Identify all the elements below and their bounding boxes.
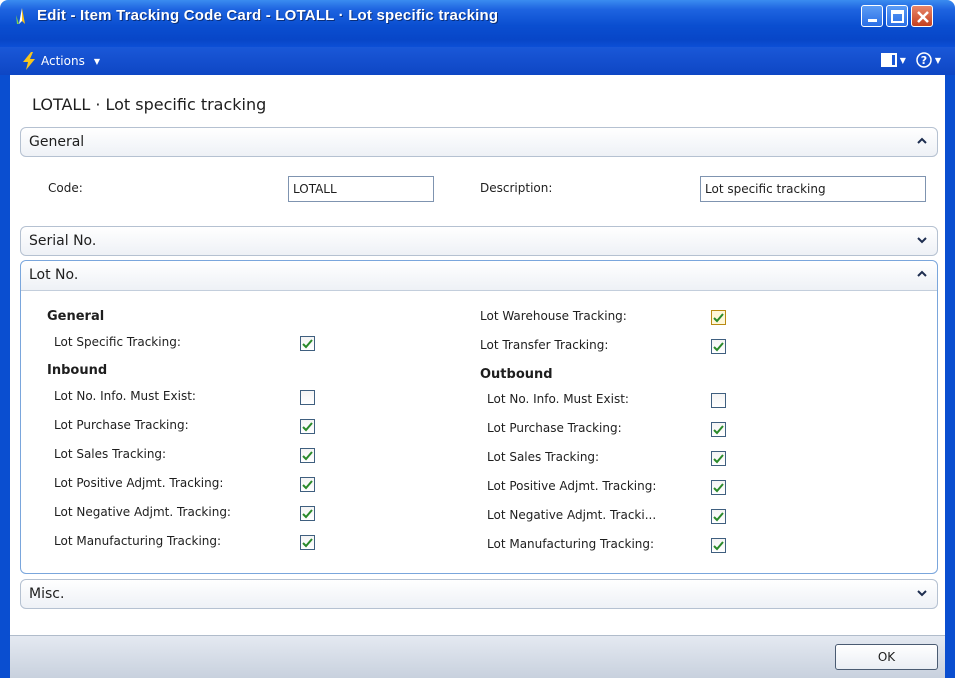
- outbound-lot-manufacturing-tracking-label: Lot Manufacturing Tracking:: [487, 537, 655, 551]
- checkmark-icon: [302, 339, 313, 349]
- code-label: Code:: [48, 181, 83, 195]
- inbound-lot-sales-tracking-checkbox[interactable]: [300, 448, 315, 463]
- inbound-lot-manufacturing-tracking-label: Lot Manufacturing Tracking:: [54, 534, 222, 548]
- caret-down-icon: ▼: [93, 56, 100, 66]
- dialog-footer: OK: [10, 635, 945, 678]
- chevron-down-icon[interactable]: [917, 235, 927, 245]
- inbound-lot-negative-adjmt-tracking-label: Lot Negative Adjmt. Tracking:: [54, 505, 231, 519]
- chevron-down-icon[interactable]: [917, 588, 927, 598]
- page-content: LOTALL · Lot specific tracking General C…: [10, 75, 945, 635]
- inbound-lot-no-info-must-exist-checkbox[interactable]: [300, 390, 315, 405]
- caret-down-icon: ▼: [934, 55, 941, 65]
- lot-warehouse-tracking-checkbox[interactable]: [711, 310, 726, 325]
- actions-menu-button[interactable]: Actions ▼: [22, 51, 100, 71]
- checkmark-icon: [302, 422, 313, 432]
- outbound-lot-sales-tracking-label: Lot Sales Tracking:: [487, 450, 600, 464]
- outbound-lot-negative-adjmt-tracking-checkbox[interactable]: [711, 509, 726, 524]
- checkmark-icon: [713, 483, 724, 493]
- outbound-lot-negative-adjmt-tracking-label: Lot Negative Adjmt. Tracki...: [487, 508, 657, 522]
- app-logo-icon: [16, 8, 25, 24]
- layout-menu-button[interactable]: ▼: [880, 53, 906, 67]
- fasttab-misc-label: Misc.: [29, 586, 65, 602]
- description-label: Description:: [480, 181, 553, 195]
- svg-text:?: ?: [921, 54, 927, 67]
- inbound-lot-positive-adjmt-tracking-label: Lot Positive Adjmt. Tracking:: [54, 476, 224, 490]
- inbound-lot-manufacturing-tracking-checkbox[interactable]: [300, 535, 315, 550]
- inbound-lot-purchase-tracking-checkbox[interactable]: [300, 419, 315, 434]
- inbound-lot-no-info-must-exist-label: Lot No. Info. Must Exist:: [54, 389, 196, 403]
- checkmark-icon: [713, 454, 724, 464]
- lot-specific-tracking-checkbox[interactable]: [300, 336, 315, 351]
- inbound-lot-positive-adjmt-tracking-checkbox[interactable]: [300, 477, 315, 492]
- inbound-lot-purchase-tracking-label: Lot Purchase Tracking:: [54, 418, 189, 432]
- lightning-icon: [23, 52, 35, 70]
- fasttab-misc[interactable]: Misc.: [20, 579, 938, 609]
- inbound-lot-sales-tracking-label: Lot Sales Tracking:: [54, 447, 167, 461]
- layout-icon: [880, 53, 897, 67]
- ok-button[interactable]: OK: [835, 644, 938, 670]
- fasttab-lot-no-label: Lot No.: [29, 267, 79, 283]
- lot-specific-tracking-label: Lot Specific Tracking:: [54, 335, 181, 349]
- fasttab-lot-no[interactable]: Lot No.: [21, 261, 937, 291]
- actions-label: Actions: [41, 54, 85, 68]
- checkmark-icon: [713, 425, 724, 435]
- checkmark-icon: [713, 541, 724, 551]
- inbound-lot-negative-adjmt-tracking-checkbox[interactable]: [300, 506, 315, 521]
- maximize-icon: [891, 10, 904, 23]
- action-bar: Actions ▼ ▼ ? ▼: [0, 47, 955, 75]
- minimize-icon: [868, 19, 877, 22]
- description-input[interactable]: [700, 176, 926, 202]
- help-icon: ?: [916, 52, 932, 68]
- chevron-up-icon[interactable]: [917, 136, 927, 146]
- checkmark-icon: [713, 512, 724, 522]
- close-button[interactable]: [911, 5, 933, 27]
- outbound-lot-manufacturing-tracking-checkbox[interactable]: [711, 538, 726, 553]
- outbound-lot-no-info-must-exist-label: Lot No. Info. Must Exist:: [487, 392, 629, 406]
- close-icon: [917, 11, 929, 23]
- checkmark-icon: [302, 451, 313, 461]
- maximize-button[interactable]: [886, 5, 908, 27]
- fasttab-serial-no-label: Serial No.: [29, 233, 97, 249]
- lot-transfer-tracking-checkbox[interactable]: [711, 339, 726, 354]
- title-bar: Edit - Item Tracking Code Card - LOTALL …: [0, 0, 955, 47]
- lot-warehouse-tracking-label: Lot Warehouse Tracking:: [480, 309, 627, 323]
- checkmark-icon: [302, 509, 313, 519]
- outbound-lot-positive-adjmt-tracking-label: Lot Positive Adjmt. Tracking:: [487, 479, 657, 493]
- inbound-heading: Inbound: [47, 363, 108, 378]
- outbound-lot-purchase-tracking-checkbox[interactable]: [711, 422, 726, 437]
- checkmark-icon: [713, 342, 724, 352]
- window-title: Edit - Item Tracking Code Card - LOTALL …: [37, 7, 499, 24]
- checkmark-icon: [302, 480, 313, 490]
- fasttab-general[interactable]: General: [20, 127, 938, 157]
- checkmark-icon: [302, 538, 313, 548]
- outbound-heading: Outbound: [480, 367, 553, 382]
- outbound-lot-no-info-must-exist-checkbox[interactable]: [711, 393, 726, 408]
- fasttab-serial-no[interactable]: Serial No.: [20, 226, 938, 256]
- lot-general-heading: General: [47, 309, 105, 324]
- fasttab-general-label: General: [29, 134, 85, 150]
- help-menu-button[interactable]: ? ▼: [916, 52, 941, 68]
- lot-transfer-tracking-label: Lot Transfer Tracking:: [480, 338, 609, 352]
- minimize-button[interactable]: [861, 5, 883, 27]
- outbound-lot-positive-adjmt-tracking-checkbox[interactable]: [711, 480, 726, 495]
- checkmark-icon: [713, 313, 724, 323]
- outbound-lot-purchase-tracking-label: Lot Purchase Tracking:: [487, 421, 622, 435]
- page-title: LOTALL · Lot specific tracking: [32, 95, 267, 114]
- outbound-lot-sales-tracking-checkbox[interactable]: [711, 451, 726, 466]
- caret-down-icon: ▼: [899, 55, 906, 65]
- chevron-up-icon[interactable]: [917, 269, 927, 279]
- fasttab-lot-no-panel: Lot No. General Lot Specific Tracking: I…: [20, 260, 938, 574]
- code-input[interactable]: [288, 176, 434, 202]
